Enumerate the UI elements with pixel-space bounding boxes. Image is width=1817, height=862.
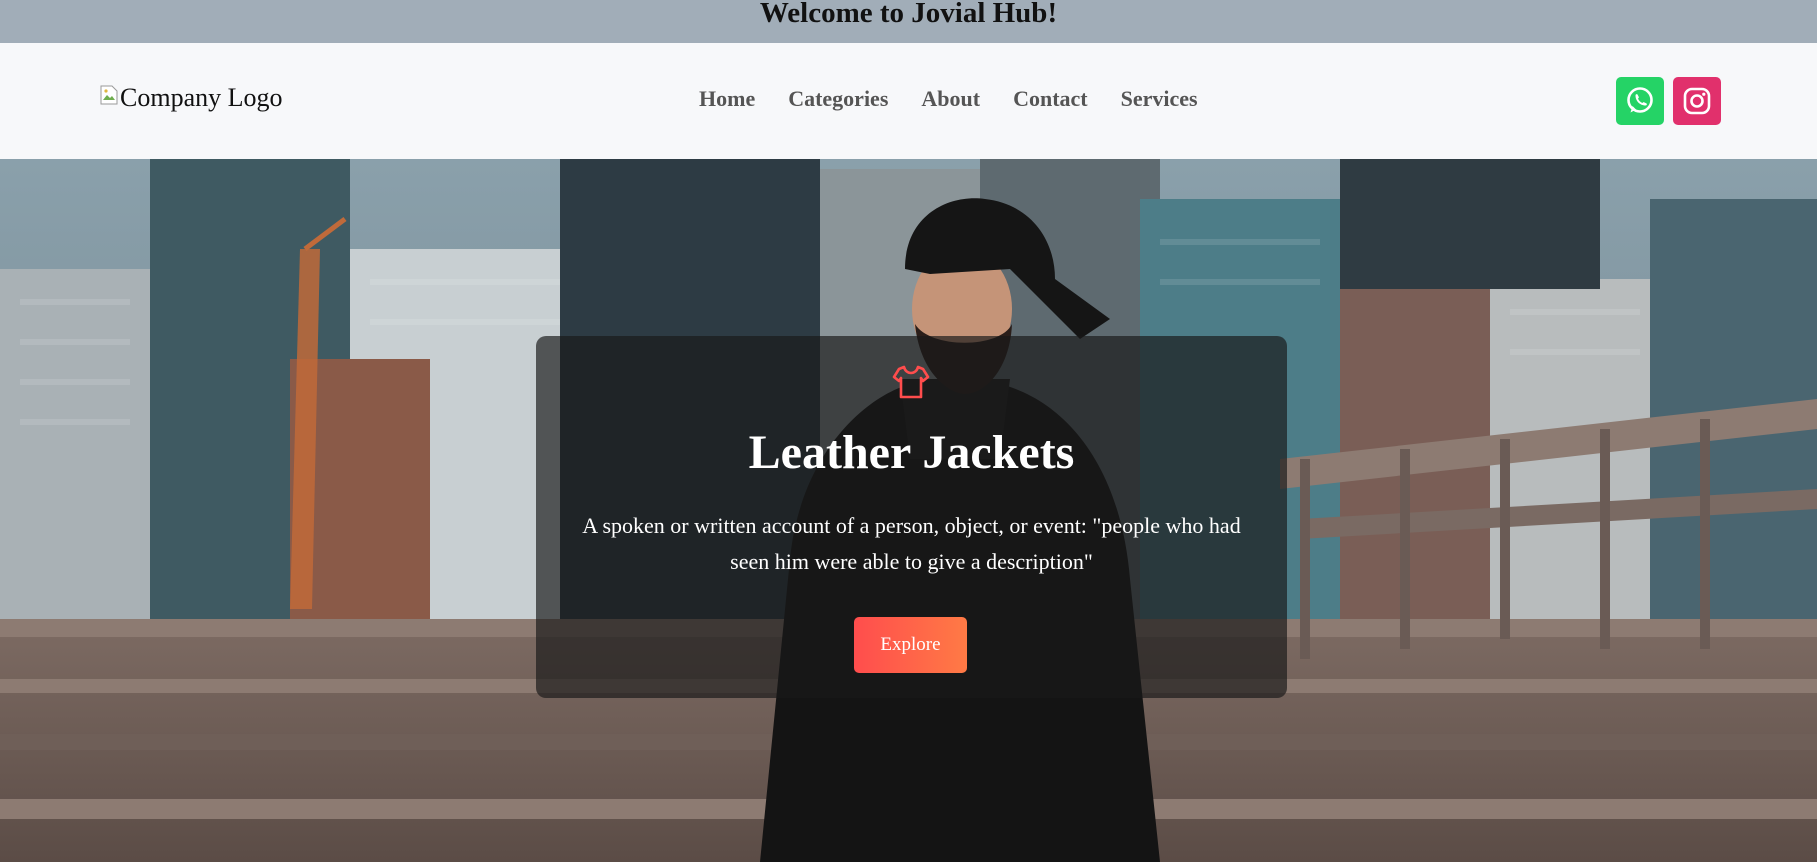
nav-services[interactable]: Services [1121,86,1198,112]
hero-title: Leather Jackets [748,426,1075,479]
nav-categories[interactable]: Categories [788,86,888,112]
explore-button[interactable]: Explore [854,617,967,673]
welcome-banner: Welcome to Jovial Hub! [0,0,1817,43]
hero-card: Leather Jackets A spoken or written acco… [536,336,1287,698]
whatsapp-icon [1627,87,1653,113]
instagram-button[interactable] [1673,77,1721,125]
hero-section: Leather Jackets A spoken or written acco… [0,159,1817,862]
whatsapp-button[interactable] [1616,77,1664,125]
nav-contact[interactable]: Contact [1013,86,1088,112]
company-logo[interactable]: Company Logo [100,83,283,113]
navbar: Company Logo Home Categories About Conta… [0,43,1817,159]
welcome-title: Welcome to Jovial Hub! [759,0,1058,29]
broken-image-icon [100,85,120,109]
main-nav: Home Categories About Contact Services [699,86,1198,112]
nav-home[interactable]: Home [699,86,755,112]
hero-description: A spoken or written account of a person,… [582,513,1241,574]
nav-about[interactable]: About [921,86,980,112]
shirt-icon [892,365,930,399]
instagram-icon [1683,87,1711,115]
logo-alt-text: Company Logo [120,83,283,112]
